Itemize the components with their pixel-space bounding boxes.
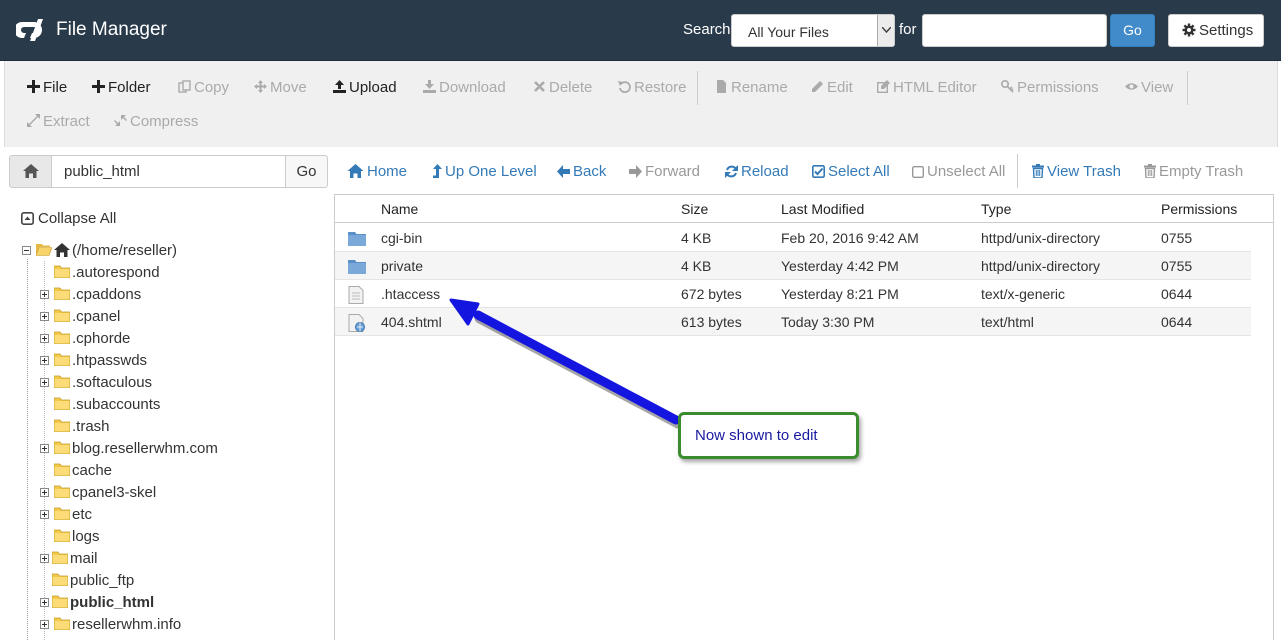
annotation-text: Now shown to edit bbox=[695, 427, 818, 444]
file-manager-window: File Manager Search All Your Files for G… bbox=[0, 0, 1281, 640]
annotation-callout: Now shown to edit bbox=[678, 412, 859, 459]
annotation-arrow bbox=[449, 298, 684, 429]
